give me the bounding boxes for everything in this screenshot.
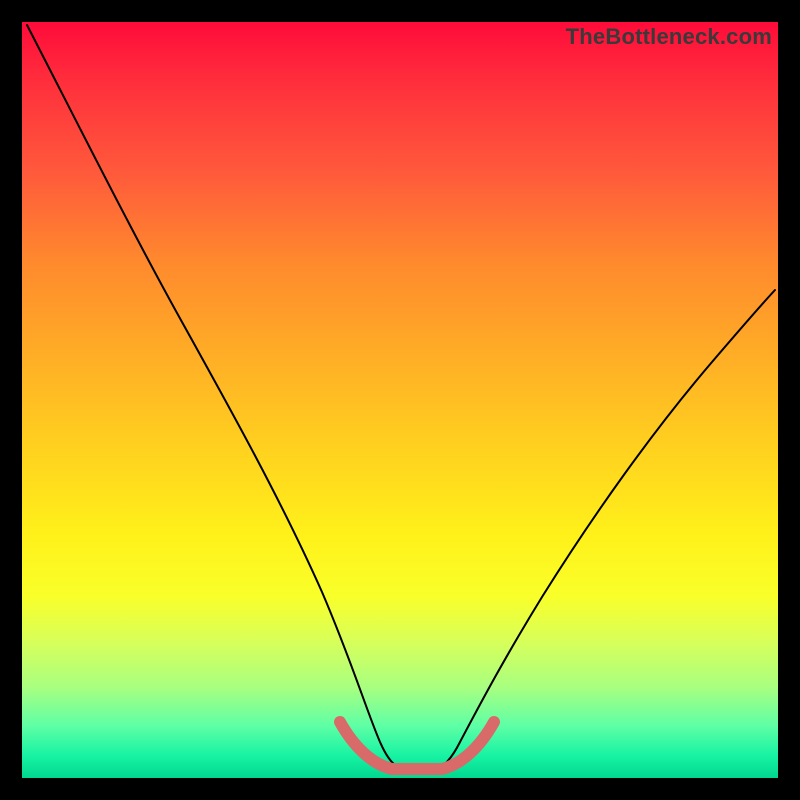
- tolerance-band: [340, 722, 494, 769]
- chart-frame: TheBottleneck.com: [0, 0, 800, 800]
- bottleneck-curve: [27, 25, 775, 770]
- chart-plot-area: TheBottleneck.com: [22, 22, 778, 778]
- chart-svg: [22, 22, 778, 778]
